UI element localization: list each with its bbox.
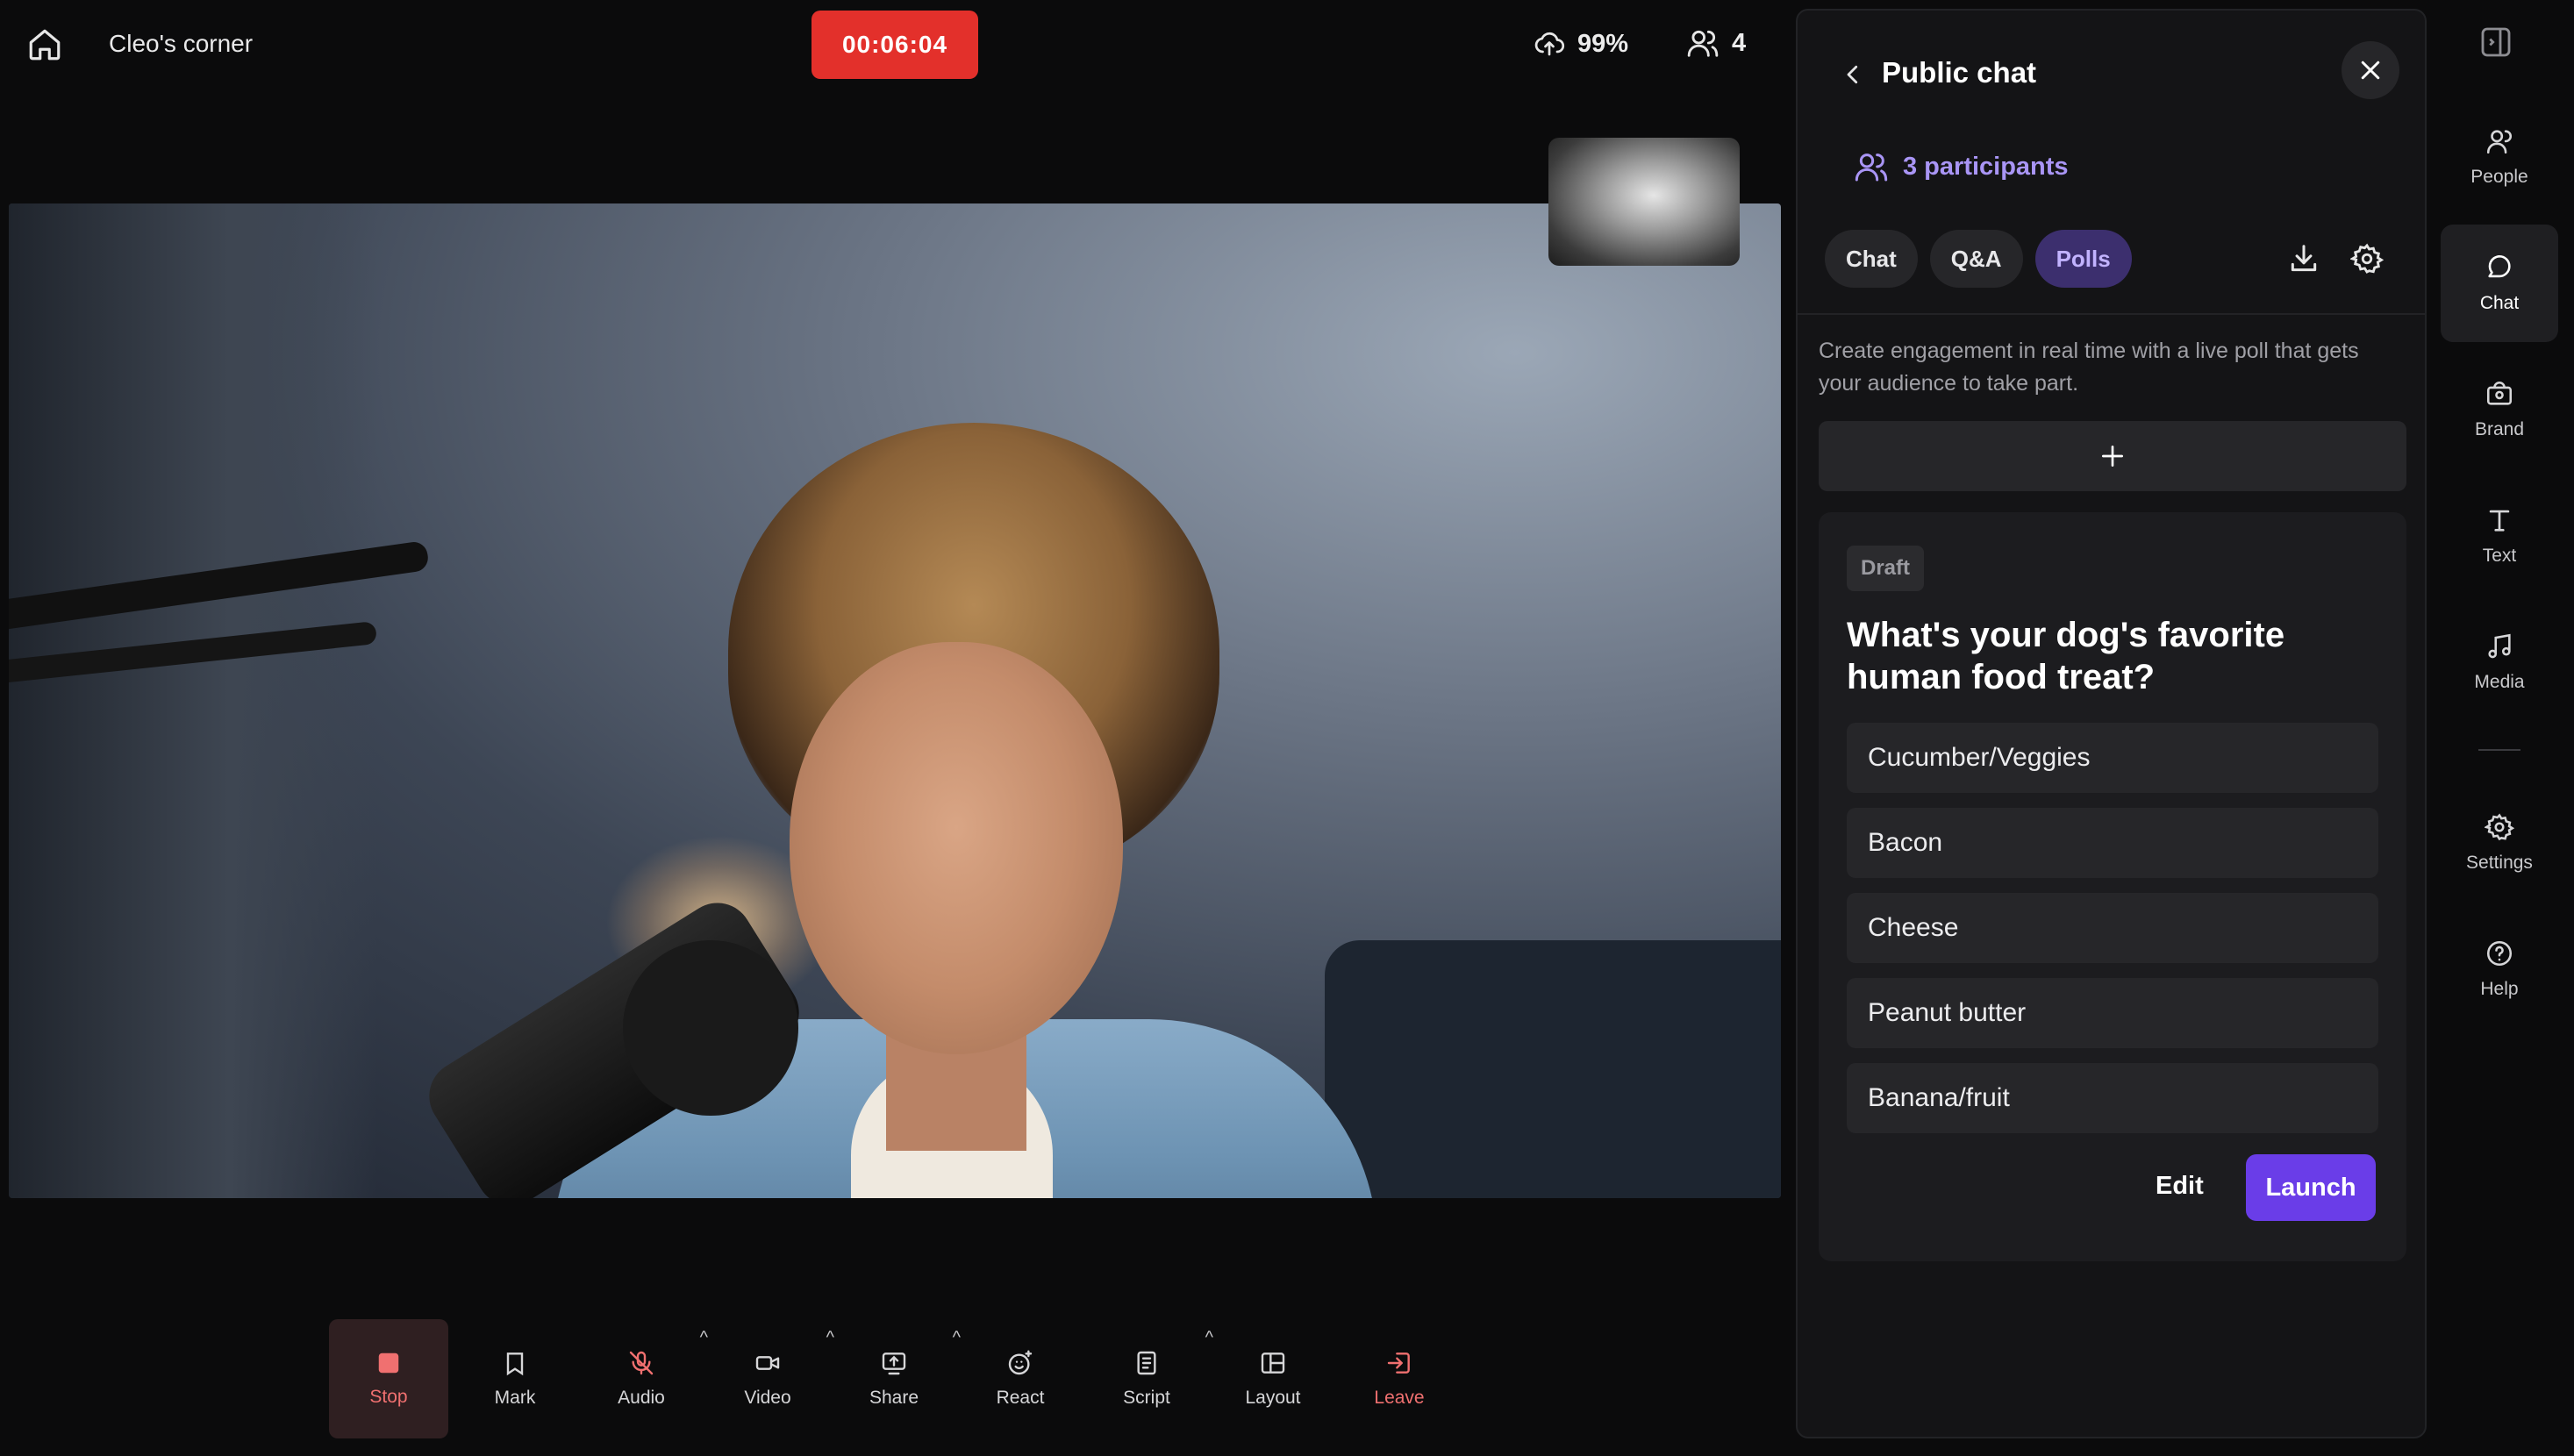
poll-card: Draft What's your dog's favorite human f… bbox=[1819, 512, 2406, 1261]
camera-icon bbox=[754, 1349, 782, 1377]
video-options-caret[interactable]: ^ bbox=[826, 1328, 834, 1348]
text-icon bbox=[2485, 505, 2514, 535]
launch-button[interactable]: Launch bbox=[2246, 1154, 2376, 1221]
share-button[interactable]: Share ^ bbox=[834, 1319, 961, 1438]
audio-button[interactable]: Audio ^ bbox=[582, 1319, 708, 1438]
people-icon bbox=[1854, 149, 1889, 184]
audio-options-caret[interactable]: ^ bbox=[700, 1328, 708, 1348]
side-nav: People Chat Brand Text Media Settings He… bbox=[2441, 98, 2558, 1028]
home-icon[interactable] bbox=[26, 26, 63, 63]
sidebar-item-chat[interactable]: Chat bbox=[2441, 225, 2558, 342]
brand-icon bbox=[2485, 379, 2514, 409]
tab-divider bbox=[1798, 313, 2425, 315]
tab-polls[interactable]: Polls bbox=[2034, 230, 2132, 288]
participants-link[interactable]: 3 participants bbox=[1854, 149, 2069, 184]
tab-qa[interactable]: Q&A bbox=[1929, 230, 2023, 288]
stop-button[interactable]: Stop bbox=[329, 1319, 448, 1438]
tab-chat[interactable]: Chat bbox=[1825, 230, 1918, 288]
mic-off-icon bbox=[627, 1349, 655, 1377]
panel-tabs: Chat Q&A Polls bbox=[1825, 230, 2132, 288]
main-video-feed[interactable] bbox=[9, 203, 1781, 1198]
poll-question: What's your dog's favorite human food tr… bbox=[1847, 616, 2285, 696]
viewer-count-value: 4 bbox=[1732, 28, 1747, 57]
bookmark-icon bbox=[501, 1349, 529, 1377]
plus-icon bbox=[2099, 442, 2127, 470]
sidebar-item-help[interactable]: Help bbox=[2441, 910, 2558, 1028]
poll-option: Cucumber/Veggies bbox=[1847, 723, 2378, 793]
screen-share-icon bbox=[880, 1349, 908, 1377]
leave-icon bbox=[1385, 1349, 1413, 1377]
upload-status: 99% bbox=[1534, 28, 1628, 60]
people-icon bbox=[2485, 126, 2514, 156]
cloud-upload-icon bbox=[1534, 28, 1565, 60]
poll-option: Banana/fruit bbox=[1847, 1063, 2378, 1133]
share-options-caret[interactable]: ^ bbox=[953, 1328, 961, 1348]
music-note-icon bbox=[2485, 632, 2514, 661]
panel-title: Public chat bbox=[1882, 56, 2037, 89]
react-button[interactable]: React bbox=[961, 1319, 1080, 1438]
sidebar-item-brand[interactable]: Brand bbox=[2441, 351, 2558, 468]
script-button[interactable]: Script ^ bbox=[1087, 1319, 1213, 1438]
poll-option: Bacon bbox=[1847, 808, 2378, 878]
people-icon bbox=[1686, 26, 1720, 60]
chat-panel: Public chat 3 participants Chat Q&A Poll… bbox=[1796, 9, 2427, 1438]
layout-button[interactable]: Layout bbox=[1213, 1319, 1333, 1438]
room-name: Cleo's corner bbox=[109, 30, 254, 57]
sidebar-item-media[interactable]: Media bbox=[2441, 603, 2558, 721]
add-poll-button[interactable] bbox=[1819, 421, 2406, 491]
recording-timer: 00:06:04 bbox=[812, 11, 978, 79]
stop-icon bbox=[375, 1350, 402, 1376]
collapse-sidebar-icon[interactable] bbox=[2478, 25, 2513, 60]
download-icon[interactable] bbox=[2287, 242, 2320, 275]
document-icon bbox=[1133, 1349, 1161, 1377]
status-badge: Draft bbox=[1847, 546, 1925, 591]
poll-option: Cheese bbox=[1847, 893, 2378, 963]
sidebar-item-text[interactable]: Text bbox=[2441, 477, 2558, 595]
sidebar-item-people[interactable]: People bbox=[2441, 98, 2558, 216]
viewer-count[interactable]: 4 bbox=[1686, 26, 1746, 60]
gear-icon[interactable] bbox=[2350, 242, 2384, 275]
bottom-toolbar: Stop Mark Audio ^ Video ^ Share ^ React … bbox=[329, 1319, 1459, 1438]
help-icon bbox=[2485, 939, 2514, 968]
upload-quality: 99% bbox=[1577, 29, 1629, 58]
poll-option: Peanut butter bbox=[1847, 978, 2378, 1048]
chat-icon bbox=[2485, 253, 2514, 282]
sidebar-item-settings[interactable]: Settings bbox=[2441, 784, 2558, 902]
close-icon bbox=[2357, 57, 2384, 83]
polls-description: Create engagement in real time with a li… bbox=[1819, 339, 2359, 396]
guest-video-thumbnail[interactable] bbox=[1548, 138, 1740, 266]
gear-icon bbox=[2485, 812, 2514, 842]
script-options-caret[interactable]: ^ bbox=[1205, 1328, 1213, 1348]
back-icon[interactable] bbox=[1840, 61, 1866, 88]
edit-button[interactable]: Edit bbox=[2156, 1172, 2204, 1201]
nav-divider bbox=[2478, 749, 2520, 751]
emoji-icon bbox=[1006, 1349, 1034, 1377]
close-panel-button[interactable] bbox=[2342, 41, 2399, 99]
video-button[interactable]: Video ^ bbox=[708, 1319, 834, 1438]
mark-button[interactable]: Mark bbox=[455, 1319, 575, 1438]
layout-icon bbox=[1259, 1349, 1287, 1377]
leave-button[interactable]: Leave bbox=[1340, 1319, 1459, 1438]
